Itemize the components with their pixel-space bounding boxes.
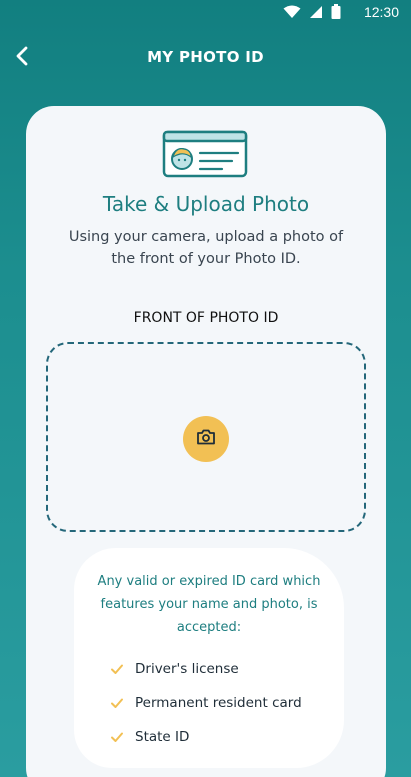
accepted-ids-text: Any valid or expired ID card which featu…: [97, 574, 321, 635]
list-item: Permanent resident card: [110, 686, 302, 720]
accepted-ids-list: Driver's license Permanent resident card…: [110, 652, 302, 754]
checkmark-icon: [110, 730, 124, 744]
id-card-icon: [162, 130, 248, 178]
battery-icon: [331, 4, 341, 22]
section-label: FRONT OF PHOTO ID: [133, 310, 279, 326]
status-time: 12:30: [363, 4, 399, 20]
signal-icon: [309, 5, 323, 22]
photo-upload-area[interactable]: [46, 342, 366, 532]
status-icons: [283, 4, 341, 22]
heading: Take & Upload Photo: [102, 192, 310, 216]
camera-button[interactable]: [183, 416, 229, 462]
accepted-ids-box: Any valid or expired ID card which featu…: [74, 548, 344, 768]
page-title: MY PHOTO ID: [147, 48, 264, 66]
instructions-text: Using your camera, upload a photo of the…: [68, 229, 344, 267]
list-item: Driver's license: [110, 652, 302, 686]
list-item-label: State ID: [135, 729, 190, 745]
main-card: Take & Upload Photo Using your camera, u…: [26, 106, 386, 777]
list-item: State ID: [110, 720, 302, 754]
checkmark-icon: [110, 696, 124, 710]
list-item-label: Driver's license: [135, 661, 239, 677]
wifi-icon: [283, 5, 301, 22]
list-item-label: Permanent resident card: [135, 695, 302, 711]
checkmark-icon: [110, 662, 124, 676]
camera-icon: [196, 429, 216, 450]
app-bar: MY PHOTO ID: [0, 36, 411, 80]
status-bar: 12:30: [0, 0, 411, 24]
